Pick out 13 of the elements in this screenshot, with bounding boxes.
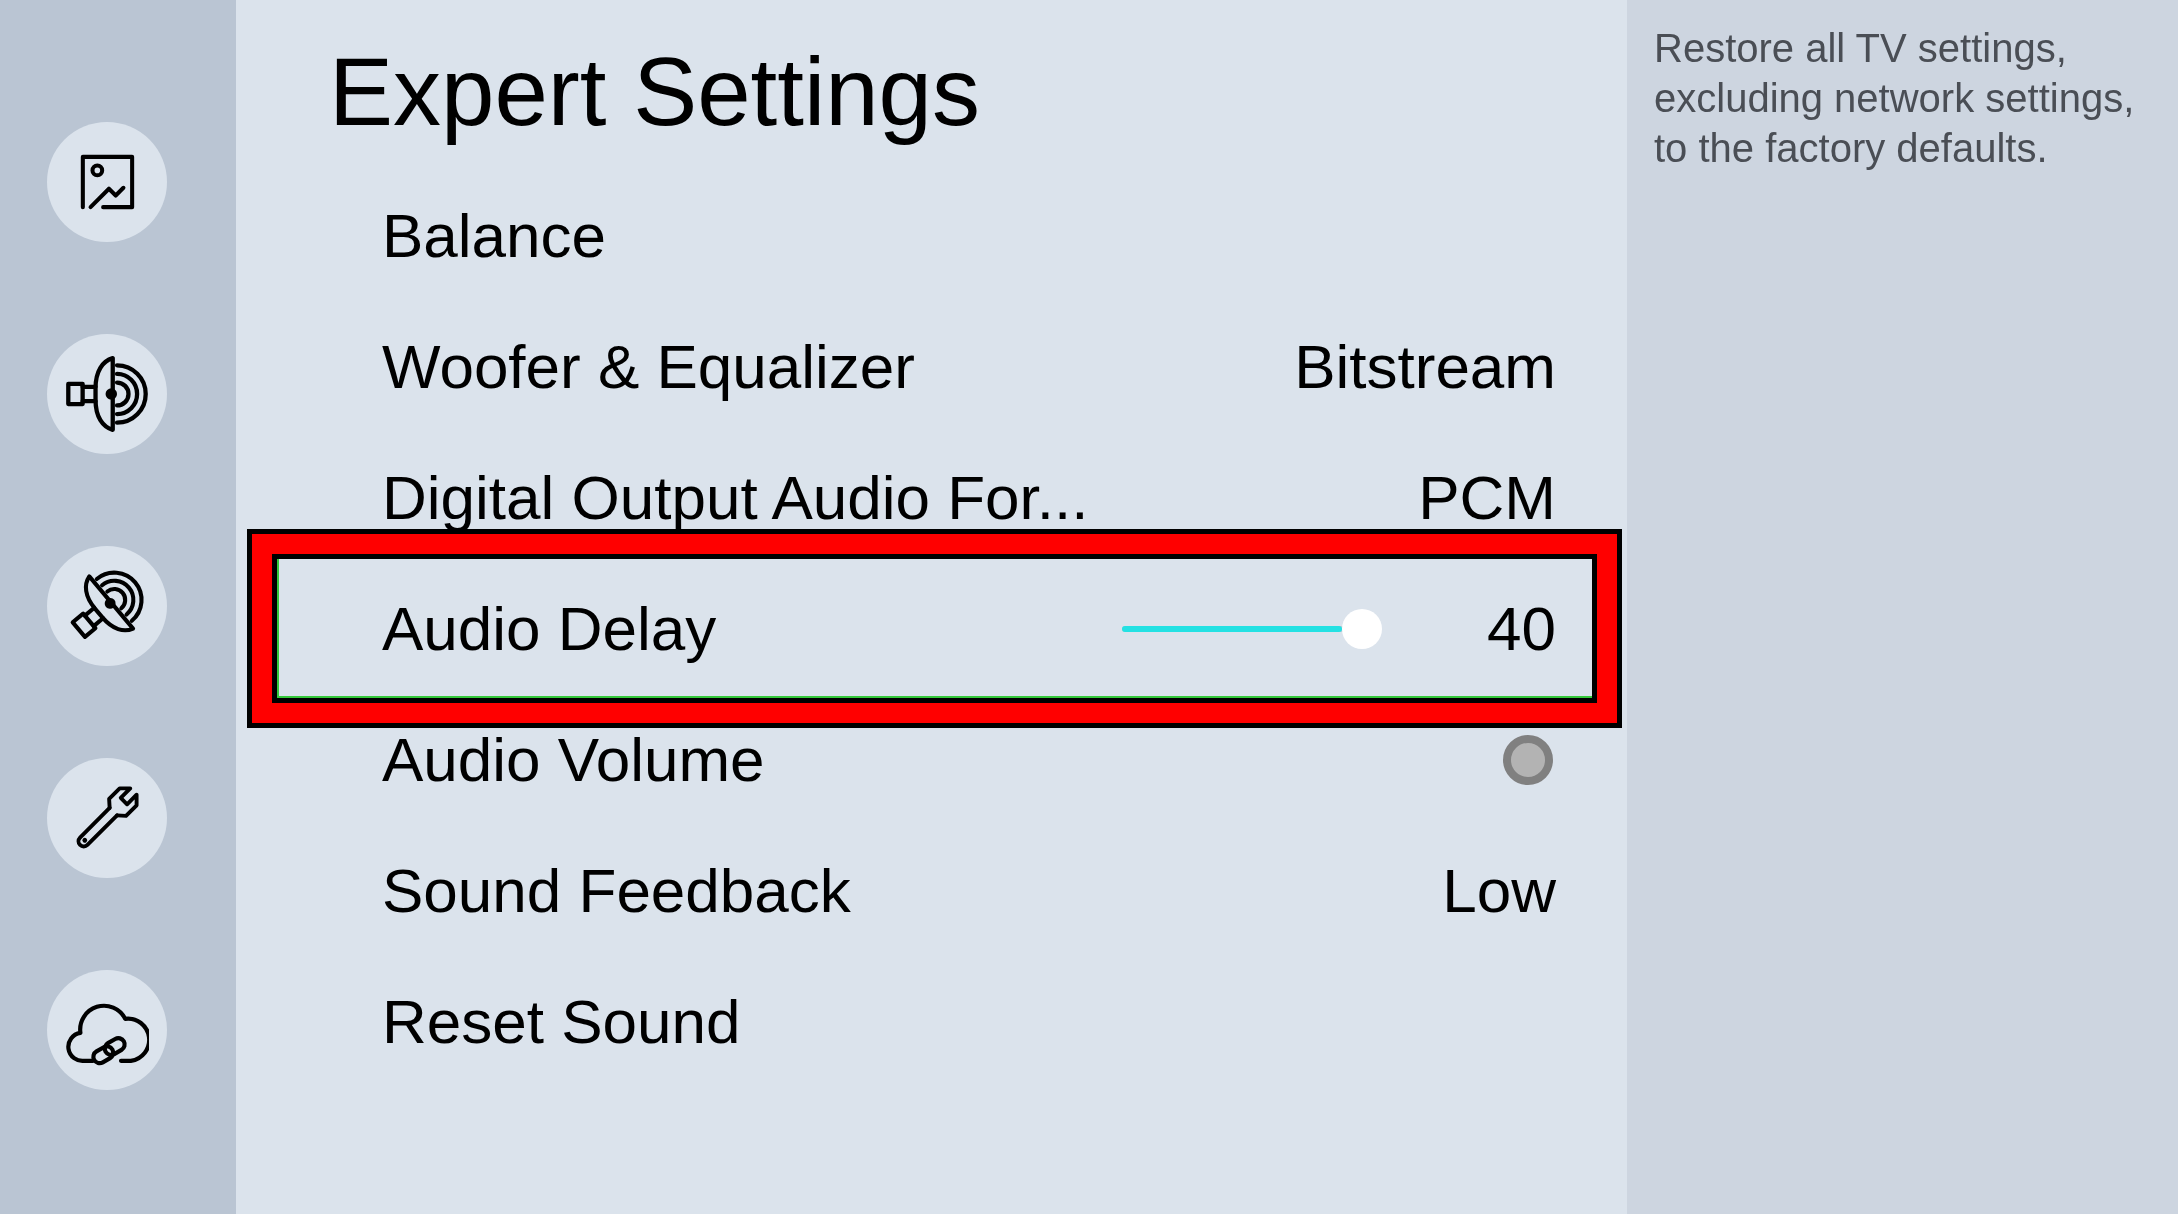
menu-item[interactable]: Audio Volume [382,728,765,791]
description-text: Restore all TV settings, excluding network settings, to the factory defaults. [1654,25,2136,172]
menu-item[interactable]: Reset Sound [382,990,741,1053]
setting-value: Low [1442,859,1556,922]
menu-item[interactable]: Digital Output Audio For... [382,466,1089,529]
toggle-switch[interactable] [1503,734,1553,785]
setting-value: PCM [1418,466,1556,529]
page-title: Expert Settings [329,37,980,147]
menu-item[interactable]: Balance [382,204,607,267]
setting-value: 40 [1487,597,1556,660]
picture-icon [78,153,136,211]
setting-value: Bitstream [1294,335,1556,398]
menu-item[interactable]: Sound Feedback [382,859,851,922]
